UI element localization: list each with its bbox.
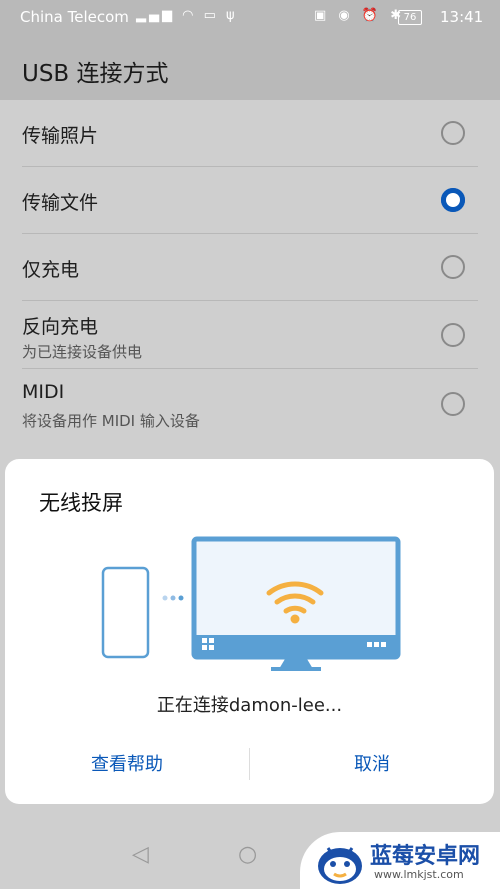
signal-wifi-icons: ▂▄▆ ◠ ▭ ψ [136,8,238,23]
option-label: 反向充电 [22,316,99,338]
option-transfer-photos[interactable]: 传输照片 [0,100,500,167]
radio-button[interactable] [441,323,465,347]
watermark-url: www.lmkjst.com [374,868,464,881]
dialog-title: 无线投屏 [39,491,123,515]
radio-button[interactable] [441,392,465,416]
status-bar: China Telecom ▂▄▆ ◠ ▭ ψ ▣ ◉ ⏰ ✱ 76 13:41 [0,0,500,34]
carrier-name: China Telecom [20,8,129,26]
option-label: 传输照片 [22,125,99,147]
option-midi[interactable]: MIDI 将设备用作 MIDI 输入设备 [0,369,500,437]
page-header: USB 连接方式 [0,34,500,100]
view-help-button[interactable]: 查看帮助 [5,745,249,785]
option-reverse-charge[interactable]: 反向充电 为已连接设备供电 [0,301,500,369]
phone-icon [101,566,150,659]
clock: 13:41 [440,8,484,26]
connecting-dot [178,595,184,601]
cancel-button[interactable]: 取消 [250,745,494,785]
option-label: 传输文件 [22,192,99,214]
radio-button[interactable] [441,255,465,279]
option-description: 将设备用作 MIDI 输入设备 [22,412,200,430]
option-label: MIDI [22,381,65,403]
back-icon[interactable]: ◁ [132,842,149,867]
radio-button[interactable] [441,121,465,145]
wireless-projection-dialog: 无线投屏 正在连接damon-lee... 查看帮助 取消 [5,459,494,804]
connecting-dot [162,595,168,601]
site-watermark: 蓝莓安卓网 www.lmkjst.com [300,832,500,889]
android-logo-icon [318,847,362,884]
system-status-icons: ▣ ◉ ⏰ ✱ [314,8,406,23]
battery-icon: 76 [398,10,422,25]
option-charge-only[interactable]: 仅充电 [0,234,500,301]
projection-illustration [101,536,401,671]
home-icon[interactable]: ○ [238,842,257,867]
option-transfer-files[interactable]: 传输文件 [0,167,500,234]
option-description: 为已连接设备供电 [22,343,143,361]
connecting-dot [170,595,176,601]
page-title: USB 连接方式 [22,61,169,87]
watermark-text: 蓝莓安卓网 [370,844,481,869]
connection-status: 正在连接damon-lee... [156,695,343,716]
option-label: 仅充电 [22,259,80,281]
radio-button-checked[interactable] [441,188,465,212]
monitor-taskbar [196,635,396,655]
